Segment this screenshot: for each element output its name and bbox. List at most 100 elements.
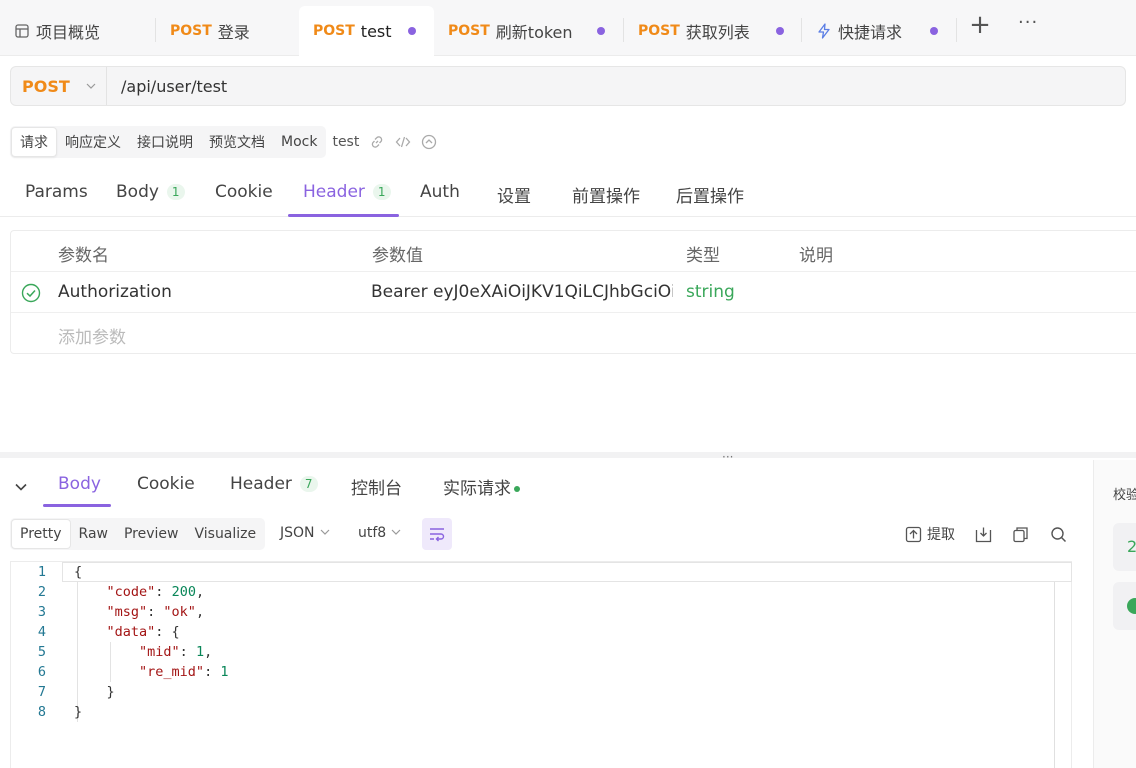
response-tabs: Body Cookie Header 7 控制台 实际请求 <box>0 460 1092 508</box>
chevron-down-icon <box>320 529 329 535</box>
line-number: 1 <box>37 564 46 580</box>
word-wrap-button[interactable] <box>422 518 452 550</box>
tab-pre-operations[interactable]: 前置操作 <box>572 182 640 207</box>
line-text: } <box>74 704 83 720</box>
param-value[interactable]: Bearer eyJ0eXAiOiJKV1QiLCJhbGciOiJIU <box>371 282 673 302</box>
line-text: } <box>74 684 115 700</box>
tab-method: POST <box>170 23 212 39</box>
line-text: "code": 200, <box>106 584 205 600</box>
active-tab-indicator <box>288 214 399 217</box>
unsaved-dot-icon <box>776 27 784 35</box>
tab-project-overview[interactable]: 项目概览 <box>0 6 156 56</box>
tab-label: 登录 <box>217 23 250 42</box>
count-badge: 1 <box>372 184 391 200</box>
tab-refresh-token[interactable]: POST 刷新token <box>434 6 624 56</box>
line-number: 8 <box>37 704 46 720</box>
validation-side-panel: 校验 2 <box>1093 460 1136 768</box>
view-preview-button[interactable]: Preview <box>116 519 187 549</box>
column-header-type: 类型 <box>686 246 720 266</box>
line-text: "re_mid": 1 <box>139 664 229 680</box>
subtab-response-def[interactable]: 响应定义 <box>57 127 129 157</box>
subtab-request[interactable]: 请求 <box>11 127 57 157</box>
tab-header[interactable]: Header 1 <box>303 182 391 202</box>
subtab-preview-doc[interactable]: 预览文档 <box>201 127 273 157</box>
format-select[interactable]: JSON <box>280 525 330 541</box>
response-tab-body[interactable]: Body <box>58 474 101 494</box>
more-tabs-button[interactable]: ··· <box>1018 12 1038 33</box>
response-tab-actual-request[interactable]: 实际请求 <box>443 474 520 499</box>
tab-label: 项目概览 <box>36 23 101 42</box>
tab-label: test <box>360 21 392 41</box>
line-number: 3 <box>37 604 46 620</box>
line-text: "msg": "ok", <box>106 604 205 620</box>
view-pretty-button[interactable]: Pretty <box>11 519 71 549</box>
panel-resizer[interactable] <box>0 452 1136 458</box>
count-badge: 7 <box>299 476 318 492</box>
extract-label: 提取 <box>927 527 955 543</box>
method-label: POST <box>22 76 70 96</box>
encoding-label: utf8 <box>358 525 387 541</box>
line-text: "data": { <box>106 624 180 640</box>
search-icon <box>1051 526 1067 542</box>
param-name[interactable]: Authorization <box>58 282 172 302</box>
table-row: Authorization Bearer eyJ0eXAiOiJKV1QiLCJ… <box>11 272 1136 313</box>
tab-get-list[interactable]: POST 获取列表 <box>624 6 802 56</box>
tab-test[interactable]: POST test <box>299 6 434 56</box>
code-icon[interactable] <box>395 134 411 150</box>
extract-button[interactable]: 提取 <box>905 525 955 543</box>
line-number: 2 <box>37 584 46 600</box>
editor-scrollbar[interactable] <box>1054 582 1055 768</box>
status-dot-icon <box>514 486 520 492</box>
add-param-input[interactable]: 添加参数 <box>58 323 126 348</box>
tab-label: 获取列表 <box>685 23 750 42</box>
method-select[interactable]: POST <box>11 67 107 105</box>
copy-button[interactable] <box>1012 525 1029 543</box>
response-code-editor[interactable]: 1 { 2 "code": 200, 3 "msg": "ok", 4 "data… <box>10 561 1072 768</box>
tab-cookie[interactable]: Cookie <box>215 182 273 202</box>
tab-label: 快捷请求 <box>838 23 903 42</box>
response-tab-header[interactable]: Header 7 <box>230 474 318 494</box>
tab-quick-request[interactable]: 快捷请求 <box>802 6 957 56</box>
link-icon[interactable] <box>369 134 385 150</box>
tab-label: 刷新token <box>495 23 573 42</box>
view-raw-button[interactable]: Raw <box>71 519 116 549</box>
new-tab-button[interactable]: + <box>969 12 991 38</box>
unsaved-dot-icon <box>408 27 416 35</box>
tab-method: POST <box>448 23 490 39</box>
subtab-api-desc[interactable]: 接口说明 <box>129 127 201 157</box>
table-header-row: 参数名 参数值 类型 说明 <box>11 231 1136 272</box>
response-tab-cookie[interactable]: Cookie <box>137 474 195 494</box>
response-tab-console[interactable]: 控制台 <box>351 474 402 499</box>
overview-icon <box>15 24 29 38</box>
side-card[interactable]: 2 <box>1113 523 1136 571</box>
share-icon[interactable] <box>421 134 437 150</box>
download-button[interactable] <box>975 525 992 543</box>
unsaved-dot-icon <box>597 27 605 35</box>
url-input[interactable]: /api/user/test <box>107 77 227 96</box>
subtab-mock[interactable]: Mock <box>273 127 325 157</box>
tab-body[interactable]: Body 1 <box>116 182 185 202</box>
header-params-table: 参数名 参数值 类型 说明 Authorization Bearer eyJ0e… <box>10 230 1136 354</box>
line-number: 7 <box>37 684 46 700</box>
chevron-down-icon[interactable] <box>14 480 28 494</box>
tab-post-operations[interactable]: 后置操作 <box>676 182 744 207</box>
enabled-check-icon[interactable] <box>21 283 41 303</box>
active-tab-indicator <box>43 504 111 507</box>
line-number: 6 <box>37 664 46 680</box>
encoding-select[interactable]: utf8 <box>358 525 401 541</box>
tab-login[interactable]: POST 登录 <box>156 6 299 56</box>
tab-settings[interactable]: 设置 <box>497 182 531 207</box>
param-type[interactable]: string <box>686 282 735 302</box>
line-text: { <box>74 564 83 580</box>
wrap-icon <box>430 528 445 542</box>
tab-auth[interactable]: Auth <box>420 182 460 202</box>
doc-subtabs: 请求 响应定义 接口说明 预览文档 Mock test <box>10 126 437 158</box>
chevron-down-icon <box>391 529 401 535</box>
download-icon <box>975 527 992 542</box>
chevron-down-icon <box>86 83 96 89</box>
tab-params[interactable]: Params <box>25 182 88 202</box>
side-card[interactable] <box>1113 582 1136 630</box>
search-button[interactable] <box>1050 525 1067 543</box>
view-mode-group: Pretty Raw Preview Visualize <box>10 518 266 550</box>
view-visualize-button[interactable]: Visualize <box>186 519 264 549</box>
